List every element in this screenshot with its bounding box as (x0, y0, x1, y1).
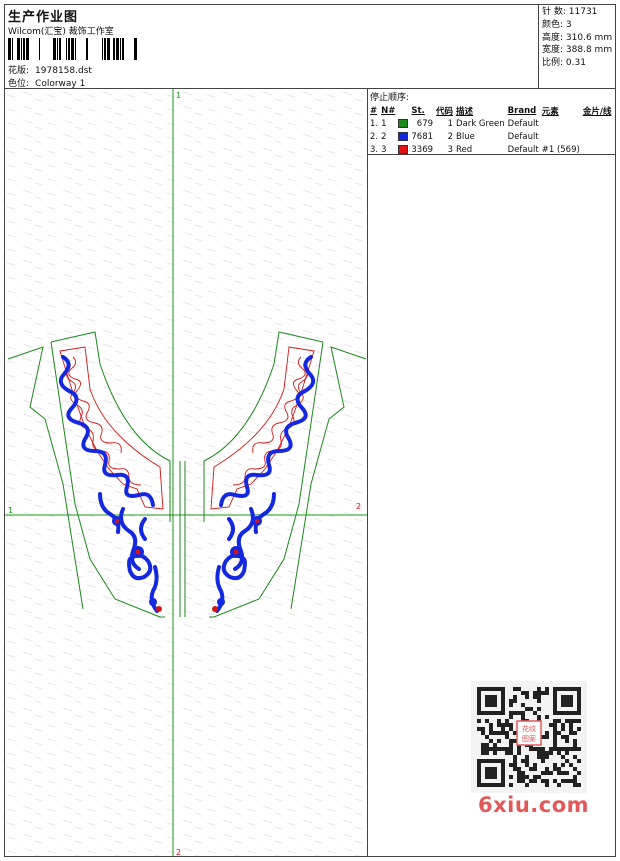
cell-desc: Blue (456, 132, 475, 142)
colorway-label: 色位: (8, 79, 30, 89)
production-worksheet: 生产作业图 Wilcom(汇宝) 裁饰工作室 花版: 1978158.dst 色位… (4, 4, 616, 857)
stop-sequence-row: 2. 2 7681 2 Blue Default (370, 131, 614, 144)
column-header: Brand (507, 106, 537, 116)
site-logo: 6xiu.com (478, 793, 590, 817)
cell-code: 1 (447, 119, 454, 129)
stop-sequence-table: # N# St. 代码 描述 Brand 元素 金片/线 1. 1 679 1 Dark… (370, 105, 614, 157)
colorway-line: 色位: Colorway 1 (8, 76, 85, 89)
stop-sequence-row: 1. 1 679 1 Dark Green Default (370, 118, 614, 131)
cell-idx: 3. (370, 145, 379, 155)
embroidery-preview: 1 2 1 2 (5, 89, 367, 856)
stat-stitches: 针 数: 11731 (542, 7, 598, 17)
cell-idx: 1. (370, 119, 379, 129)
column-header: 描述 (456, 107, 474, 117)
column-header: St. (411, 106, 425, 116)
axis-label-h-right: 2 (356, 502, 361, 511)
column-header: 金片/线 (582, 107, 612, 117)
barcode (8, 38, 137, 60)
stop-sequence-row: 3. 3 3369 3 Red Default #1 (569) (370, 144, 614, 157)
stat-height: 高度: 310.6 mm (542, 32, 613, 43)
cell-code: 2 (447, 132, 454, 142)
stat-scale: 比例: 0.31 (542, 58, 586, 69)
column-header: N# (381, 106, 396, 116)
cell-st: 7681 (411, 132, 434, 142)
cell-desc: Dark Green (456, 119, 505, 129)
color-swatch-cell (398, 118, 411, 131)
column-header: # (370, 106, 378, 116)
cell-element: #1 (569) (541, 145, 580, 155)
column-header (398, 105, 411, 118)
color-swatch-cell (398, 144, 411, 157)
worksheet-header: 生产作业图 Wilcom(汇宝) 裁饰工作室 花版: 1978158.dst 色位… (5, 5, 615, 89)
cell-n: 1 (381, 119, 387, 129)
column-header: 元素 (541, 107, 559, 117)
cell-idx: 2. (370, 132, 379, 142)
embroidery-design-panel: 1 2 1 2 (5, 89, 368, 856)
design-stats: 针 数: 11731 颜色: 3 高度: 310.6 mm 宽度: 388.8 … (538, 5, 615, 89)
page-title: 生产作业图 (8, 10, 79, 25)
color-swatch (398, 119, 409, 128)
cell-desc: Red (456, 145, 473, 155)
stop-sequence-panel: 停止顺序: # N# St. 代码 描述 Brand 元素 金片/线 1. 1 67… (368, 89, 615, 155)
color-swatch-cell (398, 131, 411, 144)
table-header-row: # N# St. 代码 描述 Brand 元素 金片/线 (370, 105, 614, 118)
cell-element (542, 131, 583, 144)
design-file-label: 花版: (8, 66, 30, 76)
company-name: Wilcom(汇宝) 裁饰工作室 (8, 27, 114, 37)
cell-st: 3369 (411, 145, 434, 155)
cell-brand: Default (507, 132, 539, 142)
cell-brand: Default (507, 119, 539, 129)
cell-st: 679 (416, 119, 434, 129)
stamp-text-top: 花纹 (522, 724, 536, 733)
axis-label-v-bottom: 2 (176, 848, 181, 856)
qr-code: 花纹 图案 (471, 681, 587, 793)
column-header: 代码 (436, 107, 454, 117)
design-file-value: 1978158.dst (35, 66, 92, 76)
cell-extra (583, 118, 615, 131)
axis-label-v-top: 1 (176, 91, 181, 100)
colorway-value: Colorway 1 (35, 79, 86, 89)
cell-brand: Default (507, 145, 539, 155)
stat-colors: 颜色: 3 (542, 19, 572, 30)
color-swatch (398, 132, 409, 141)
design-file-line: 花版: 1978158.dst (8, 63, 92, 76)
cell-element (542, 118, 583, 131)
color-swatch (398, 145, 409, 154)
cell-extra (583, 131, 615, 144)
axis-label-h-left: 1 (8, 506, 13, 515)
stop-sequence-heading: 停止顺序: (370, 93, 410, 103)
cell-extra (583, 144, 615, 157)
stat-width: 宽度: 388.8 mm (542, 45, 613, 56)
stamp-text-bottom: 图案 (522, 734, 536, 743)
cell-code: 3 (447, 145, 454, 155)
cell-n: 3 (381, 145, 387, 155)
cell-n: 2 (381, 132, 387, 142)
